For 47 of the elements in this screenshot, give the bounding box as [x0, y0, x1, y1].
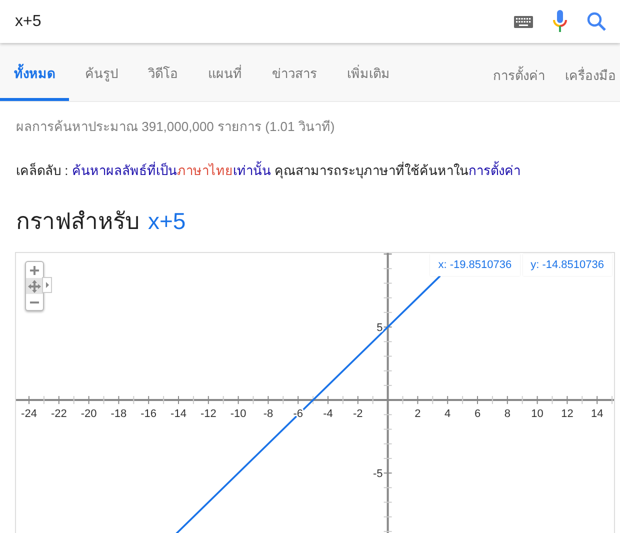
tab[interactable]: เพิ่มเติม: [333, 43, 404, 101]
tick-label: -16: [140, 408, 157, 420]
link[interactable]: เท่านั้น: [232, 163, 271, 178]
y-readout: y: -14.8510736: [522, 254, 612, 276]
tick-label: -20: [80, 408, 97, 420]
keyboard-icon[interactable]: [514, 16, 533, 28]
tab[interactable]: ข่าวสาร: [258, 43, 331, 101]
tab[interactable]: แผนที่: [194, 43, 256, 101]
graph-title: กราฟสำหรับ: [16, 207, 140, 236]
microphone-icon[interactable]: [553, 10, 567, 34]
tab[interactable]: ทั้งหมด: [0, 43, 69, 101]
tick-label: -14: [170, 408, 186, 420]
tick-label: -2: [353, 408, 363, 420]
tick-label: -18: [110, 408, 127, 420]
plus-icon: [30, 266, 39, 274]
tick-label: 2: [414, 408, 421, 420]
tip-text: เคล็ดลับ : ค้นหาผลลัพธ์ที่เป็นภาษาไทยเท่านั้น คุณสามารถระบุภาษาที่ใช้ค้นหาในการตั้งค่า: [16, 160, 522, 180]
search-field[interactable]: x+5: [15, 12, 514, 30]
tick-label: 8: [504, 408, 510, 420]
tick-label: -8: [263, 408, 274, 420]
tick-label: 4: [444, 408, 451, 420]
link[interactable]: ค้นหาผลลัพธ์ที่เป็น: [72, 163, 177, 178]
menu-link[interactable]: การตั้งค่า: [493, 43, 545, 101]
expand-button[interactable]: [42, 277, 52, 293]
tick-label: -4: [323, 408, 333, 420]
language-link[interactable]: ภาษาไทย: [176, 163, 233, 178]
tick-label: 6: [474, 408, 481, 420]
search-icon[interactable]: [587, 12, 606, 31]
tick-label: -5: [373, 468, 383, 480]
tick-label: -22: [50, 408, 67, 420]
link[interactable]: การตั้งค่า: [468, 163, 520, 178]
minus-icon: [30, 300, 39, 304]
menu-link[interactable]: เครื่องมือ: [565, 43, 616, 101]
tick-label: 10: [531, 408, 544, 420]
result-stats: ผลการค้นหาประมาณ 391,000,000 รายการ (1.01 วินาที): [16, 118, 336, 136]
tick-label: -10: [230, 408, 246, 420]
move-arrows-icon: [28, 280, 41, 292]
tick-label: -24: [21, 408, 37, 420]
tick-label: 12: [561, 408, 574, 420]
x-readout: x: -19.8510736: [430, 254, 520, 276]
tab[interactable]: ค้นรูป: [71, 43, 132, 101]
tick-label: 14: [590, 408, 604, 420]
expression-text: x+5: [148, 208, 186, 235]
tick-label: -12: [200, 408, 216, 420]
pan-button[interactable]: [26, 278, 43, 294]
tab[interactable]: วิดีโอ: [134, 43, 192, 101]
tick-label: 5: [376, 322, 383, 334]
